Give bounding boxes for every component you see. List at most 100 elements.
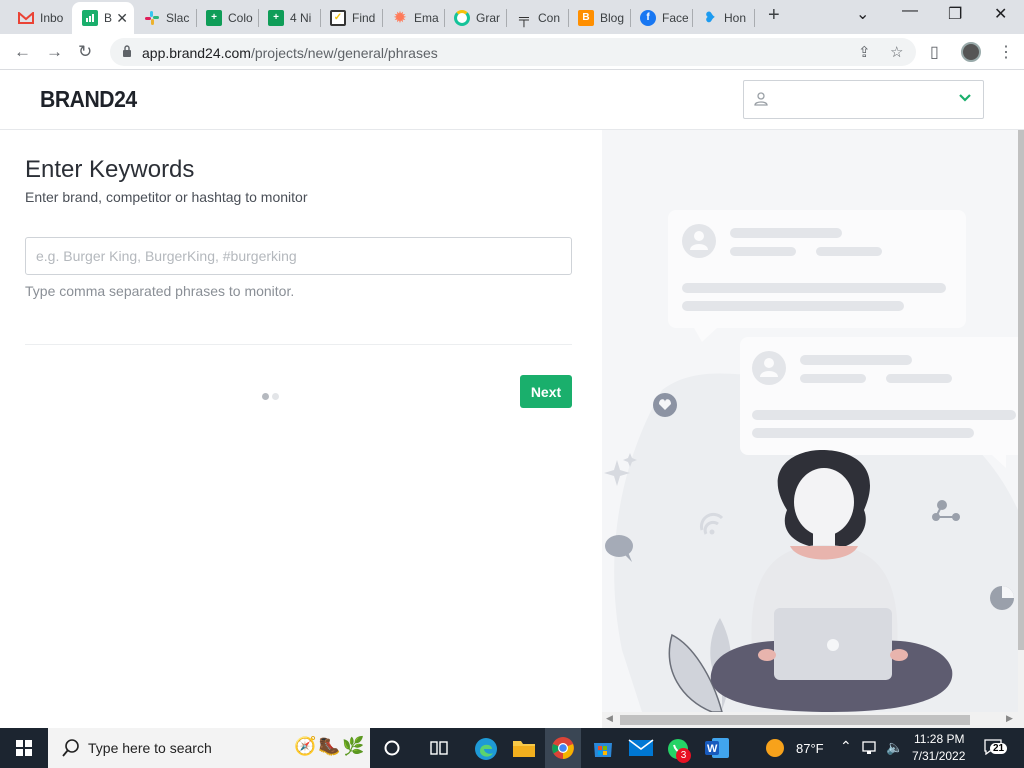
tab-slack[interactable]: Slac: [134, 3, 196, 32]
clock-date[interactable]: 7/31/2022: [912, 749, 965, 763]
user-account-select[interactable]: [743, 80, 984, 119]
horizontal-scrollbar[interactable]: ◀ ▶: [602, 712, 1018, 728]
scrollbar-thumb[interactable]: [1018, 130, 1024, 650]
notification-center-button[interactable]: 21: [984, 739, 1008, 760]
forward-arrow-icon[interactable]: →: [46, 42, 63, 62]
facebook-icon: f: [640, 9, 656, 26]
microsoft-store-icon[interactable]: [592, 737, 614, 759]
tab-twitter[interactable]: ❥ Hon: [692, 3, 754, 32]
address-bar[interactable]: app.brand24.com/projects/new/general/phr…: [110, 38, 916, 66]
weather-temperature[interactable]: 87°F: [796, 741, 824, 756]
keywords-input[interactable]: [25, 237, 572, 275]
tab-blogger[interactable]: B Blog: [568, 3, 630, 32]
tab-find[interactable]: ✓ Find: [320, 3, 382, 32]
restore-icon[interactable]: ❐: [948, 4, 962, 24]
chevron-down-icon: [959, 94, 971, 102]
tab-separator: [444, 9, 445, 27]
next-button[interactable]: Next: [520, 375, 572, 408]
new-tab-plus-icon[interactable]: +: [768, 4, 780, 27]
windows-start-icon[interactable]: [16, 740, 32, 756]
tab-separator: [506, 9, 507, 27]
form-divider: [25, 344, 572, 345]
app-header: BRAND24: [0, 70, 1024, 130]
tab-compose[interactable]: ╤ Con: [506, 3, 568, 32]
scroll-right-arrow-icon[interactable]: ▶: [1006, 713, 1013, 724]
tray-chevron-up-icon[interactable]: ⌃: [840, 738, 852, 755]
plant-icon: 🌿: [342, 736, 365, 756]
bookmark-star-icon[interactable]: ☆: [890, 43, 903, 61]
url-text: app.brand24.com/projects/new/general/phr…: [142, 45, 438, 61]
tab-separator: [568, 9, 569, 27]
step-indicator: [262, 387, 282, 405]
tab-email[interactable]: ✹ Ema: [382, 3, 444, 32]
tab-gmail[interactable]: Inbo: [8, 3, 70, 32]
tab-label: Find: [352, 10, 376, 25]
tab-label: Hon: [724, 10, 747, 25]
vertical-scrollbar[interactable]: [1018, 130, 1024, 728]
url-path: /projects/new/general/phrases: [250, 45, 438, 61]
tab-label: Con: [538, 10, 561, 25]
keywords-form-panel: Enter Keywords Enter brand, competitor o…: [0, 130, 602, 728]
file-explorer-icon[interactable]: [512, 738, 536, 758]
back-arrow-icon[interactable]: ←: [14, 42, 31, 62]
tab-facebook[interactable]: f Face: [630, 3, 692, 32]
reload-icon[interactable]: ↻: [78, 42, 92, 62]
clock-time[interactable]: 11:28 PM: [914, 732, 964, 746]
share-icon[interactable]: ⇪: [858, 43, 871, 61]
search-icon: [62, 739, 79, 757]
step-dot: [272, 393, 279, 400]
hiking-boot-icon: 🥾: [318, 736, 341, 756]
scroll-left-arrow-icon[interactable]: ◀: [606, 713, 613, 724]
user-icon: [754, 92, 768, 106]
profile-avatar[interactable]: [961, 42, 981, 62]
browser-toolbar: ← → ↻ app.brand24.com/projects/new/gener…: [0, 34, 1024, 70]
taskbar-search-placeholder: Type here to search: [88, 740, 212, 756]
cortana-icon[interactable]: [384, 740, 400, 756]
mail-icon[interactable]: [628, 739, 654, 757]
page-title: Enter Keywords: [25, 156, 195, 183]
close-tab-icon[interactable]: ✕: [116, 10, 128, 27]
tab-label: Slac: [166, 10, 190, 25]
word-icon[interactable]: W: [704, 737, 730, 759]
search-highlight-icon: 🧭: [294, 736, 317, 756]
illustration-panel: [602, 130, 1018, 712]
tab-separator: [754, 9, 755, 27]
minimize-icon[interactable]: —: [902, 2, 918, 20]
tab-separator: [320, 9, 321, 27]
tab-sheets-2[interactable]: + 4 Ni: [258, 3, 320, 32]
windows-taskbar: Type here to search 🧭 🥾 🌿 3 W 87°F ⌃ 🔈 1…: [0, 728, 1024, 768]
scrollbar-thumb[interactable]: [620, 715, 970, 725]
checkbox-icon: ✓: [330, 9, 346, 26]
url-host: app.brand24.com: [142, 45, 251, 61]
tab-brand24[interactable]: B ✕: [72, 2, 134, 34]
edge-icon[interactable]: [474, 737, 498, 761]
tab-separator: [196, 9, 197, 27]
chrome-icon: [552, 737, 574, 759]
taskbar-search-box[interactable]: Type here to search 🧭 🥾 🌿: [48, 728, 370, 768]
close-window-icon[interactable]: ✕: [994, 4, 1007, 24]
tab-separator: [258, 9, 259, 27]
browser-tab-strip: Inbo B ✕ Slac + Colo + 4 Ni ✓ Find ✹ Ema…: [0, 0, 1024, 34]
tab-sheets-1[interactable]: + Colo: [196, 3, 258, 32]
tab-label: Grar: [476, 10, 500, 25]
woman-with-laptop-illustration: [604, 210, 1018, 712]
sheets-icon: +: [206, 9, 222, 26]
tab-separator: [692, 9, 693, 27]
tab-grammarly[interactable]: Grar: [444, 3, 506, 32]
twitter-icon: ❥: [704, 9, 716, 25]
tab-label: B: [104, 11, 113, 25]
whatsapp-taskbar-button[interactable]: 3: [666, 737, 691, 766]
weather-sun-icon[interactable]: [766, 739, 784, 757]
network-icon[interactable]: [862, 741, 880, 755]
brand24-logo[interactable]: BRAND24: [40, 86, 137, 113]
slack-icon: [144, 10, 160, 26]
more-menu-icon[interactable]: ⋮: [998, 42, 1014, 62]
gmail-icon: [18, 10, 34, 26]
task-view-icon[interactable]: [430, 740, 448, 756]
side-panel-icon[interactable]: ▯: [930, 42, 939, 62]
chrome-taskbar-button[interactable]: [545, 728, 581, 768]
volume-icon[interactable]: 🔈: [886, 739, 903, 756]
hubspot-icon: ✹: [394, 9, 406, 25]
page-subtitle: Enter brand, competitor or hashtag to mo…: [25, 189, 308, 205]
tab-search-chevron-icon[interactable]: ⌄: [856, 4, 869, 24]
